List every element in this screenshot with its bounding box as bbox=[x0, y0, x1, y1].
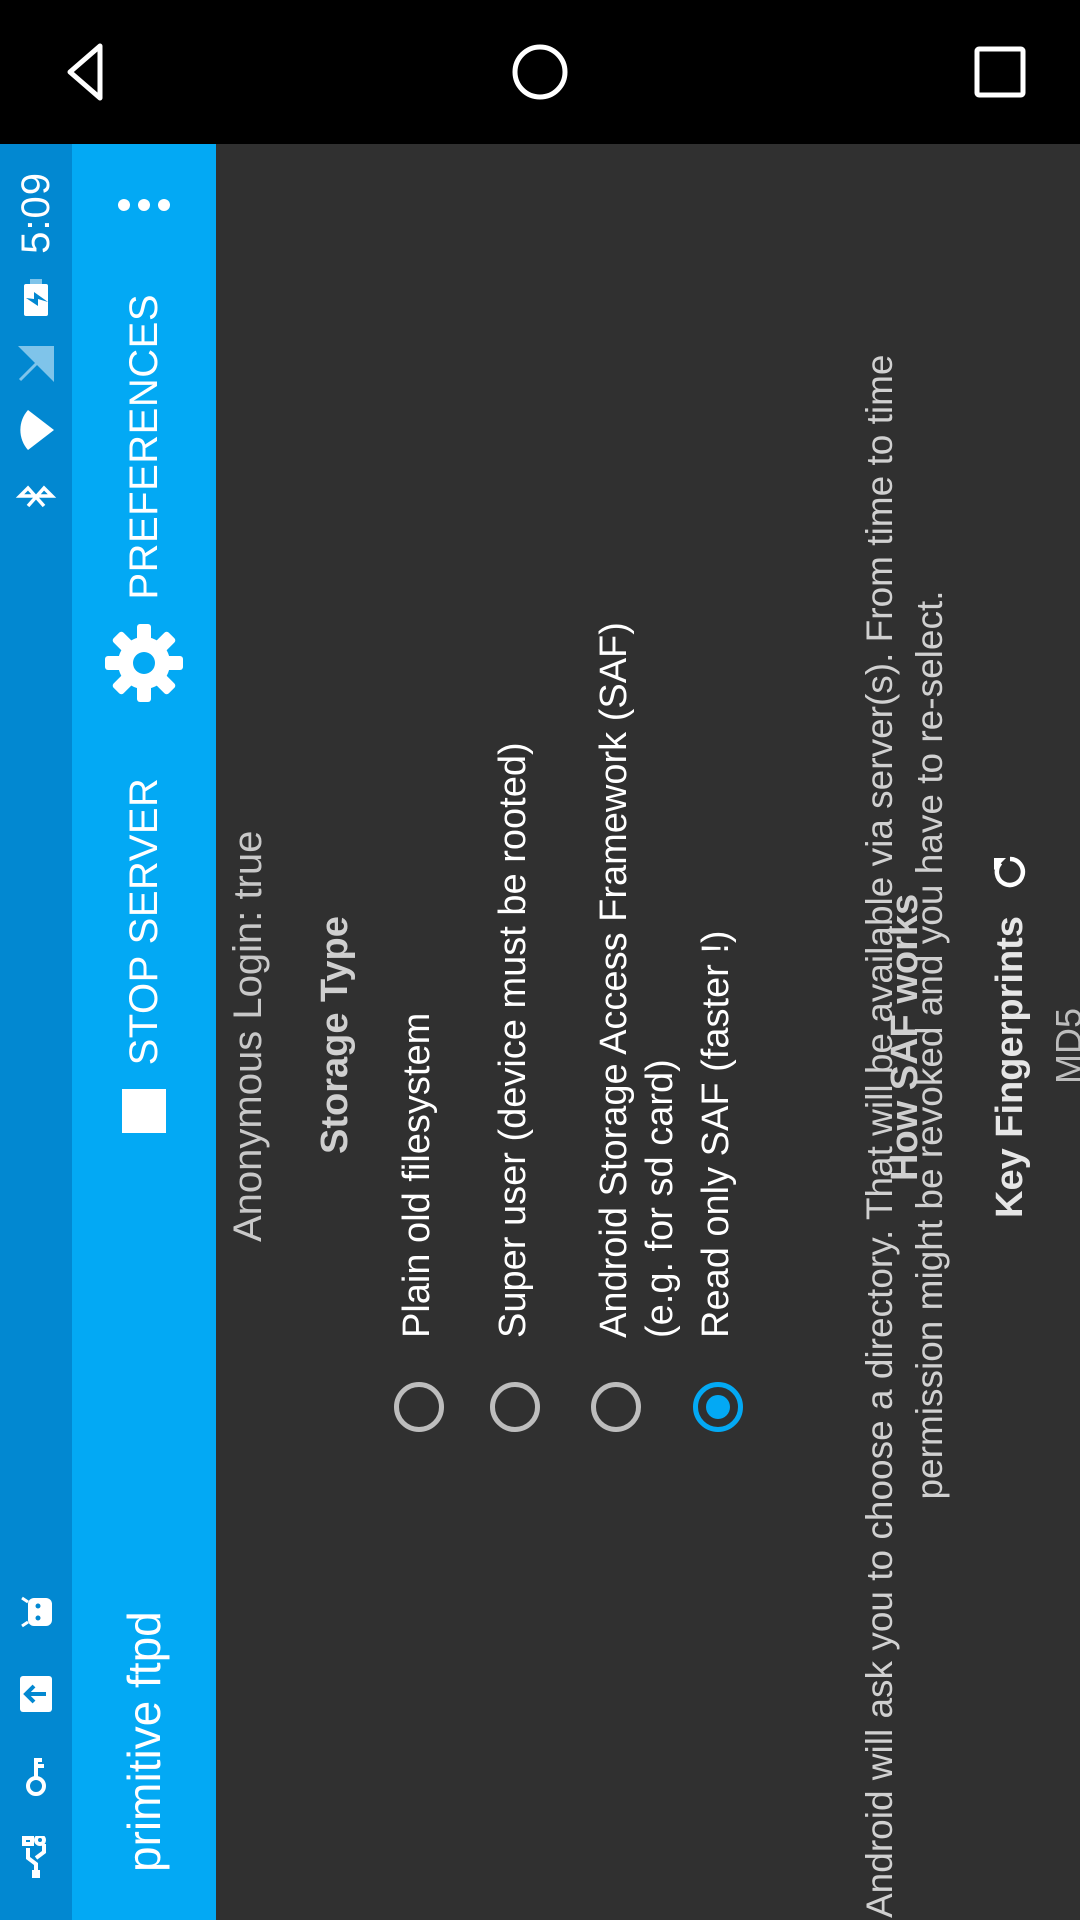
bluetooth-icon bbox=[14, 474, 58, 518]
wifi-icon bbox=[14, 408, 58, 452]
storage-option-label-line2: (e.g. for sd card) bbox=[639, 1059, 681, 1338]
app-title: primitive ftpd bbox=[118, 1611, 170, 1872]
storage-option-plain[interactable]: Plain old filesystem bbox=[394, 1013, 444, 1432]
app-bar: primitive ftpd STOP SERVER PREFERENCES bbox=[72, 144, 216, 1920]
stop-server-button[interactable]: STOP SERVER bbox=[72, 778, 216, 1136]
main-content: Anonymous Login: true Storage Type Plain… bbox=[216, 144, 1080, 1920]
key-fingerprints-row: Key Fingerprints bbox=[988, 850, 1032, 1218]
storage-option-superuser[interactable]: Super user (device must be rooted) bbox=[490, 742, 540, 1432]
status-bar: 5:09 bbox=[0, 144, 72, 1920]
storage-option-label-line1: Android Storage Access Framework (SAF) bbox=[593, 622, 635, 1338]
key-icon bbox=[14, 1754, 58, 1798]
android-icon bbox=[14, 1590, 58, 1634]
storage-option-saf[interactable]: Android Storage Access Framework (SAF) (… bbox=[591, 622, 683, 1432]
storage-option-readonly-saf[interactable]: Read only SAF (faster !) bbox=[693, 930, 743, 1432]
storage-option-label: Plain old filesystem bbox=[396, 1012, 438, 1338]
storage-option-label: Super user (device must be rooted) bbox=[492, 742, 534, 1338]
radio-button[interactable] bbox=[490, 1382, 540, 1432]
stop-icon bbox=[120, 1087, 168, 1135]
key-fingerprints-heading: Key Fingerprints bbox=[988, 916, 1031, 1218]
preferences-label: PREFERENCES bbox=[121, 294, 166, 600]
upload-icon bbox=[14, 1672, 58, 1716]
no-sim-icon bbox=[14, 342, 58, 386]
anonymous-login-text: Anonymous Login: true bbox=[226, 830, 270, 1242]
navigation-bar bbox=[0, 0, 1080, 144]
gear-icon bbox=[103, 622, 185, 704]
more-vert-icon[interactable] bbox=[72, 170, 216, 240]
home-icon[interactable] bbox=[500, 32, 580, 112]
storage-type-heading: Storage Type bbox=[314, 916, 356, 1154]
clock: 5:09 bbox=[13, 172, 58, 254]
saf-description-line2: permission might be revoked and you have… bbox=[909, 590, 950, 1500]
battery-charging-icon bbox=[14, 276, 58, 320]
stop-server-label: STOP SERVER bbox=[121, 777, 166, 1066]
app-window: 5:09 primitive ftpd STOP SERVER PREFEREN… bbox=[0, 0, 1080, 1920]
storage-option-label: Android Storage Access Framework (SAF) (… bbox=[591, 622, 683, 1338]
md5-label: MD5 bbox=[1048, 1007, 1080, 1084]
saf-description-line1: Android will ask you to choose a directo… bbox=[859, 354, 900, 1918]
recents-icon[interactable] bbox=[960, 32, 1040, 112]
back-icon[interactable] bbox=[50, 32, 130, 112]
storage-option-label: Read only SAF (faster !) bbox=[695, 930, 737, 1338]
radio-button[interactable] bbox=[394, 1382, 444, 1432]
radio-button-checked[interactable] bbox=[693, 1382, 743, 1432]
preferences-button[interactable]: PREFERENCES bbox=[72, 294, 216, 704]
usb-debug-icon bbox=[14, 1836, 58, 1880]
radio-button[interactable] bbox=[591, 1382, 641, 1432]
refresh-icon[interactable] bbox=[988, 850, 1032, 894]
